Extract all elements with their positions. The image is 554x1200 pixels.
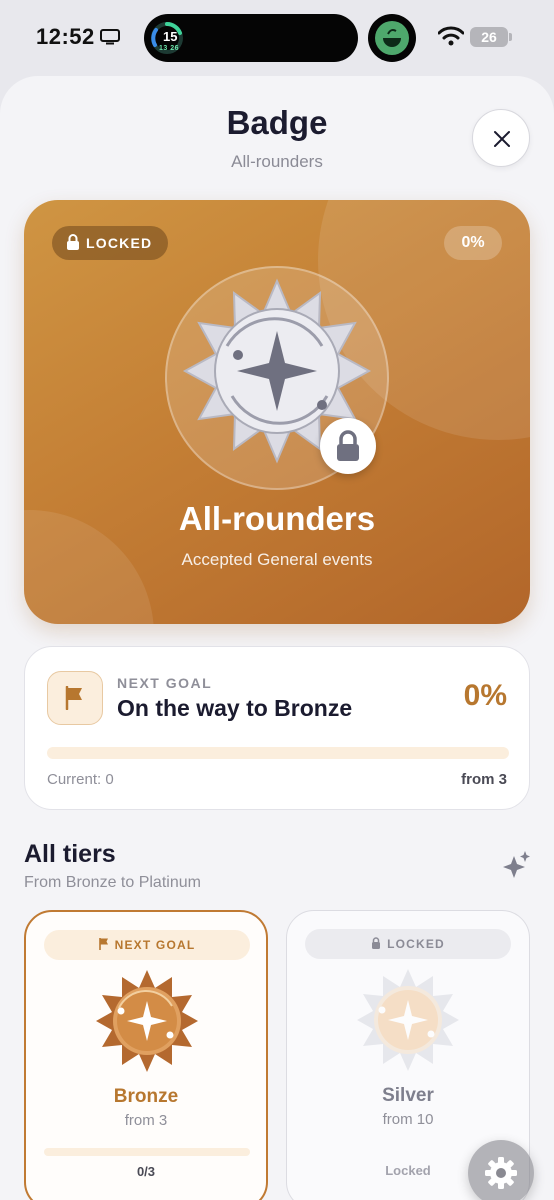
flag-icon <box>98 938 108 950</box>
close-button[interactable] <box>472 109 530 167</box>
status-bar: 12:52 15 13 26 26 <box>0 0 554 76</box>
badge-description: Accepted General events <box>181 550 373 569</box>
locked-badge: LOCKED <box>52 226 169 260</box>
tier-tag-label: LOCKED <box>387 937 445 951</box>
next-goal-progress-bar <box>47 747 509 759</box>
tier-progress-bar <box>44 1148 250 1156</box>
tiers-subheading: From Bronze to Platinum <box>24 874 201 891</box>
dynamic-island: 15 13 26 <box>144 14 358 62</box>
next-goal-title: On the way to Bronze <box>117 695 353 721</box>
badge-name: All-rounders <box>178 500 376 537</box>
badge-lock-indicator <box>320 418 376 474</box>
screen-mirroring-icon <box>100 29 120 45</box>
current-count: Current: 0 <box>47 771 114 788</box>
tier-tag: LOCKED <box>305 929 511 959</box>
next-goal-eyebrow: NEXT GOAL <box>117 675 213 691</box>
battery-tip <box>509 33 512 41</box>
sparkles-icon[interactable] <box>500 850 532 880</box>
lock-icon <box>67 234 79 250</box>
bowl-icon <box>375 21 409 55</box>
battery-indicator: 26 <box>470 27 508 47</box>
lock-icon <box>372 937 381 949</box>
tier-name: Silver <box>382 1085 434 1106</box>
tier-threshold: from 3 <box>124 1112 168 1129</box>
next-goal-percent: 0% <box>463 679 507 712</box>
status-time: 12:52 <box>36 24 95 49</box>
flag-icon <box>65 686 82 710</box>
progress-percent-badge: 0% <box>444 226 502 260</box>
tier-tag-label: NEXT GOAL <box>114 938 196 952</box>
page-subtitle: All-rounders <box>231 152 323 171</box>
locked-label: LOCKED <box>86 235 153 251</box>
next-goal-card: NEXT GOAL On the way to Bronze 0% Curren… <box>24 646 530 810</box>
tier-progress-text: 0/3 <box>136 1164 156 1179</box>
page-title: Badge <box>226 104 328 141</box>
settings-button[interactable] <box>468 1140 534 1200</box>
badge-sheet: Badge All-rounders LOCKED 0% All-rounder… <box>0 76 554 1200</box>
silver-medal-icon <box>357 969 459 1071</box>
bronze-medal-icon <box>96 970 198 1072</box>
lock-icon <box>337 430 359 461</box>
tier-card-bronze[interactable]: NEXT GOAL Bronze from 3 0/3 <box>24 910 268 1200</box>
wifi-icon <box>438 26 464 46</box>
badge-hero-card: LOCKED 0% All-rounders Accepted General … <box>24 200 530 624</box>
activity-sub-value: 13 26 <box>159 45 180 52</box>
tier-name: Bronze <box>113 1086 179 1107</box>
tiers-heading: All tiers <box>24 840 116 868</box>
goal-icon-box <box>47 671 103 725</box>
tier-threshold: from 10 <box>382 1111 434 1128</box>
tier-tag: NEXT GOAL <box>44 930 250 960</box>
gear-icon <box>485 1157 517 1189</box>
activity-value: 15 <box>163 29 178 44</box>
live-activity-app[interactable] <box>368 14 416 62</box>
target-count: from 3 <box>461 771 507 788</box>
close-icon <box>494 131 510 147</box>
